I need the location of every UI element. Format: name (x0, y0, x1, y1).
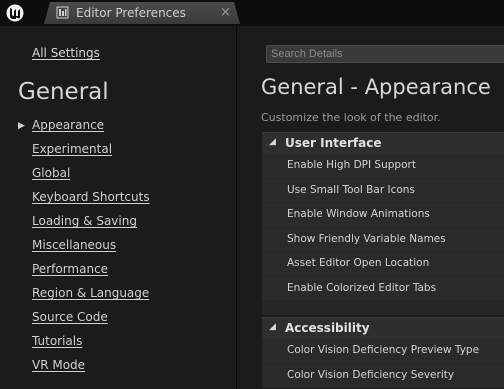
property-row[interactable]: Color Vision Deficiency Severity (262, 363, 504, 388)
sidebar-item-label: Miscellaneous (32, 238, 117, 252)
property-row[interactable]: Show Friendly Variable Names (262, 227, 504, 252)
property-row[interactable]: Color Vision Deficiency Preview Type (262, 339, 504, 364)
property-label: Use Small Tool Bar Icons (287, 183, 415, 196)
unreal-logo-icon[interactable] (6, 4, 24, 22)
tab-title: Editor Preferences (76, 6, 186, 20)
pane-gutter (237, 26, 256, 389)
property-row[interactable]: Enable Window Animations (262, 203, 504, 228)
close-icon[interactable]: × (220, 5, 231, 20)
section-accessibility: ◢ Accessibility Color Vision Deficiency … (262, 317, 504, 388)
sidebar-item-label: Loading & Saving (32, 214, 137, 228)
page-title: General - Appearance (261, 75, 491, 99)
sidebar-item-label: Keyboard Shortcuts (32, 190, 150, 204)
sidebar-item-label: Region & Language (32, 286, 150, 300)
sidebar-item-label: VR Mode (32, 358, 86, 372)
sidebar-item-region-language[interactable]: Region & Language (0, 284, 236, 308)
sidebar-item-label: Performance (32, 262, 109, 276)
sidebar-item-performance[interactable]: Performance (0, 260, 236, 284)
property-row[interactable]: Asset Editor Open Location (262, 252, 504, 277)
property-label: Enable Colorized Editor Tabs (287, 281, 437, 294)
sidebar-item-label: Experimental (32, 142, 113, 156)
sidebar-item-vr-mode[interactable]: VR Mode (0, 356, 236, 380)
property-row[interactable]: Enable High DPI Support (262, 154, 504, 179)
sidebar-item-experimental[interactable]: Experimental (0, 140, 236, 164)
sidebar-item-source-code[interactable]: Source Code (0, 308, 236, 332)
property-label: Color Vision Deficiency Preview Type (287, 344, 480, 356)
section-user-interface: ◢ User Interface Enable High DPI Support… (262, 132, 504, 315)
property-label: Show Friendly Variable Names (287, 232, 446, 245)
tab-editor-preferences[interactable]: Editor Preferences × (44, 2, 240, 24)
property-label: Asset Editor Open Location (287, 257, 430, 269)
sidebar-item-label: Tutorials (32, 334, 83, 348)
all-settings-link[interactable]: All Settings (32, 46, 100, 60)
sidebar-item-label: Source Code (32, 310, 108, 324)
section-header[interactable]: ◢ Accessibility (262, 317, 504, 339)
preferences-icon (56, 6, 69, 19)
selected-arrow-icon: ▶ (18, 121, 25, 131)
sidebar-item-global[interactable]: Global (0, 164, 236, 188)
title-bar: Editor Preferences × (0, 0, 504, 26)
sidebar-list: ▶ Appearance Experimental Global Keyboar… (0, 116, 236, 380)
sidebar-item-appearance[interactable]: ▶ Appearance (0, 116, 236, 140)
sidebar-item-label: Global (32, 166, 71, 180)
property-label: Color Vision Deficiency Severity (287, 368, 455, 381)
sidebar-item-label: Appearance (32, 118, 105, 132)
property-row[interactable]: Use Small Tool Bar Icons (262, 178, 504, 203)
collapse-arrow-icon: ◢ (269, 322, 276, 332)
section-footer (262, 301, 504, 315)
sidebar-item-miscellaneous[interactable]: Miscellaneous (0, 236, 236, 260)
section-title: User Interface (285, 136, 382, 150)
section-header[interactable]: ◢ User Interface (262, 132, 504, 154)
sidebar-item-keyboard-shortcuts[interactable]: Keyboard Shortcuts (0, 188, 236, 212)
sidebar-item-tutorials[interactable]: Tutorials (0, 332, 236, 356)
sidebar-heading: General (18, 79, 109, 105)
preferences-panel: All Settings General ▶ Appearance Experi… (0, 26, 504, 389)
collapse-arrow-icon: ◢ (269, 137, 276, 147)
sidebar-item-loading-saving[interactable]: Loading & Saving (0, 212, 236, 236)
page-subtitle: Customize the look of the editor. (261, 111, 441, 124)
search-details-input[interactable] (266, 45, 504, 63)
property-label: Enable High DPI Support (287, 159, 416, 171)
property-row[interactable]: Enable Colorized Editor Tabs (262, 276, 504, 301)
settings-sidebar: All Settings General ▶ Appearance Experi… (0, 26, 236, 389)
property-label: Enable Window Animations (287, 208, 430, 220)
details-panel: General - Appearance Customize the look … (256, 26, 504, 389)
section-title: Accessibility (285, 321, 370, 335)
